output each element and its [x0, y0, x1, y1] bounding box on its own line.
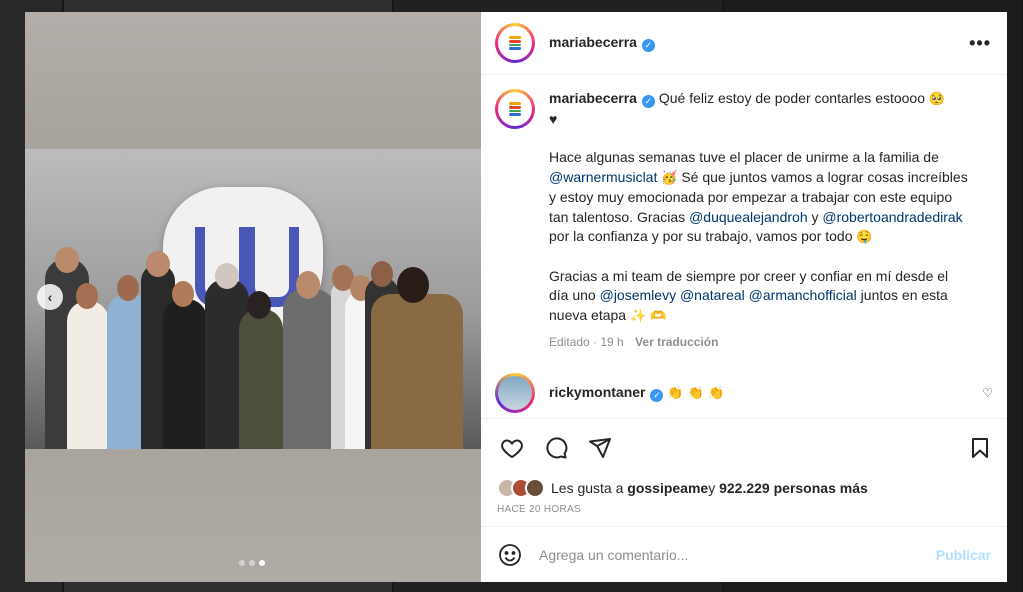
group-photo-people: [45, 239, 463, 449]
post-actions-bar: [481, 418, 1007, 476]
emoji-picker-icon[interactable]: [497, 542, 523, 568]
edited-timestamp: Editado · 19 h: [549, 335, 624, 349]
verified-badge-icon: ✓: [641, 39, 655, 52]
comment-username[interactable]: rickymontaner: [549, 384, 645, 400]
post-sidebar: mariabecerra ✓ ••• mariabecerra ✓ Qué fe…: [481, 12, 1007, 582]
liker-username[interactable]: gossipeame: [627, 480, 708, 496]
black-heart-icon: ♥: [549, 110, 558, 127]
post-media: ‹: [25, 12, 481, 582]
sparkles-heart-hands-icon: ✨ 🫶: [629, 308, 667, 324]
previous-image-button[interactable]: ‹: [37, 284, 63, 310]
profile-logo-icon: [509, 36, 521, 50]
chevron-left-icon: ‹: [47, 289, 53, 305]
likes-summary: Les gusta a gossipeame y 922.229 persona…: [481, 476, 1007, 500]
post-author-username[interactable]: mariabecerra ✓: [549, 34, 655, 52]
comment-input[interactable]: [539, 546, 936, 563]
party-face-icon: 🥳: [661, 170, 678, 186]
comments-section[interactable]: mariabecerra ✓ Qué feliz estoy de poder c…: [481, 75, 1007, 418]
comment-item: rickymontaner ✓ 👏 👏 👏 ♡: [495, 372, 993, 413]
verified-badge-icon: ✓: [641, 95, 655, 109]
mention-link[interactable]: @warnermusiclat: [549, 169, 657, 185]
like-comment-icon[interactable]: ♡: [982, 386, 993, 400]
carousel-dot: [239, 560, 245, 566]
drooling-face-icon: 🤤: [856, 230, 873, 245]
post-timestamp[interactable]: HACE 20 HORAS: [481, 500, 1007, 526]
post-caption: mariabecerra ✓ Qué feliz estoy de poder c…: [495, 89, 993, 353]
avatar[interactable]: [495, 372, 535, 413]
more-options-icon[interactable]: •••: [969, 33, 991, 54]
caption-body: mariabecerra ✓ Qué feliz estoy de poder c…: [549, 89, 969, 353]
carousel-dot: [249, 560, 255, 566]
likes-count[interactable]: 922.229 personas más: [719, 480, 868, 496]
post-header: mariabecerra ✓ •••: [481, 12, 1007, 75]
mention-link[interactable]: @robertoandradedirak: [822, 209, 962, 225]
clapping-hands-icon: 👏 👏 👏: [667, 385, 725, 401]
pleading-face-icon: 🥺: [928, 92, 946, 107]
verified-badge-icon: ✓: [650, 388, 664, 402]
caption-username[interactable]: mariabecerra: [549, 90, 637, 106]
carousel-dot-active: [259, 560, 265, 566]
share-icon[interactable]: [585, 433, 615, 463]
caption-meta: Editado · 19 h Ver traducción: [549, 333, 969, 353]
add-comment-bar: Publicar: [481, 526, 1007, 582]
avatar[interactable]: [495, 89, 535, 129]
bookmark-icon[interactable]: [965, 433, 995, 463]
caption-line-1: Qué feliz estoy de poder contarles estoo…: [658, 90, 926, 106]
mention-link[interactable]: @natareal: [680, 287, 745, 303]
likers-avatars[interactable]: [497, 478, 545, 498]
avatar[interactable]: [495, 23, 535, 63]
comment-icon[interactable]: [541, 433, 571, 463]
see-translation-link[interactable]: Ver traducción: [635, 335, 718, 349]
avatar: [525, 478, 545, 498]
comment-body: rickymontaner ✓ 👏 👏 👏: [549, 384, 724, 402]
heart-icon[interactable]: [497, 433, 527, 463]
publish-button[interactable]: Publicar: [936, 547, 991, 563]
mention-link[interactable]: @duquealejandroh: [689, 209, 808, 225]
profile-logo-icon: [509, 102, 521, 116]
carousel-indicator: [239, 560, 265, 566]
mention-link[interactable]: @josemlevy: [600, 287, 676, 303]
mention-link[interactable]: @armanchofficial: [749, 287, 857, 303]
post-modal: ‹ mariabecerra ✓ ••• mariabecerra ✓ Qué …: [25, 12, 1007, 582]
post-photo: [25, 149, 481, 449]
